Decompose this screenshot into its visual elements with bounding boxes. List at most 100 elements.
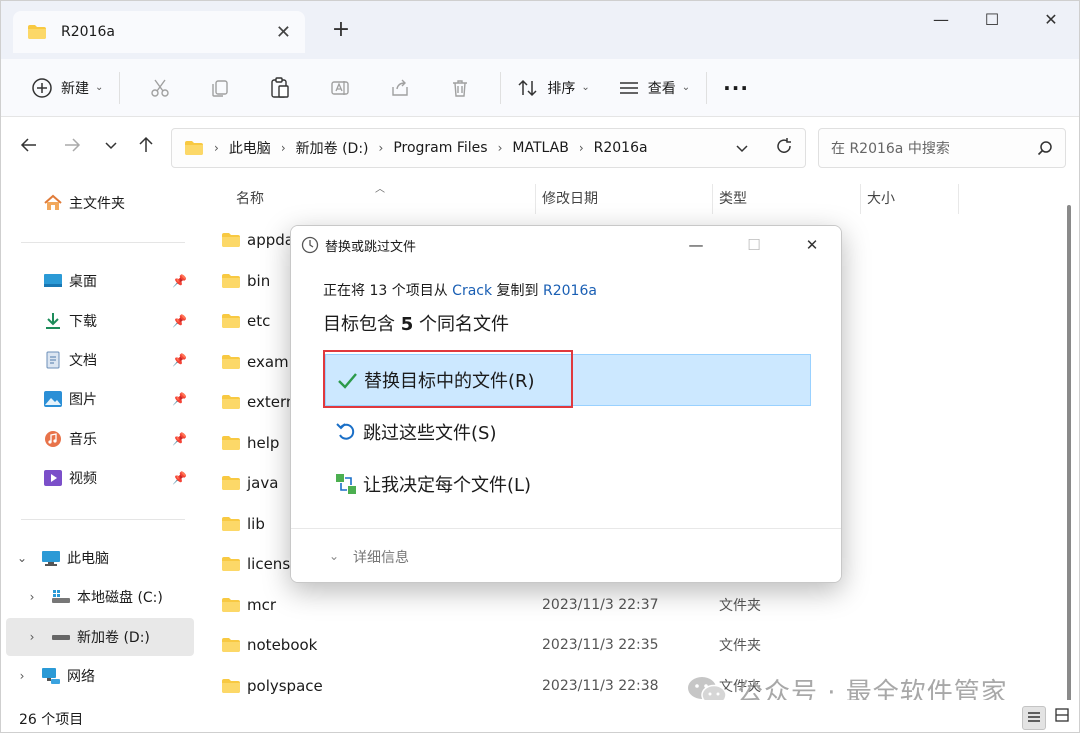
file-date: 2023/11/3 22:38: [542, 677, 659, 694]
sidebar-item-pictures[interactable]: 图片 📌: [1, 380, 195, 418]
pin-icon[interactable]: 📌: [172, 274, 187, 288]
chevron-right-icon[interactable]: ›: [25, 590, 39, 604]
sidebar-item-desktop[interactable]: 桌面 📌: [1, 262, 195, 300]
details-view-button[interactable]: [1022, 706, 1046, 730]
paste-button[interactable]: [250, 70, 310, 106]
column-header-size[interactable]: 大小: [867, 188, 895, 208]
chevron-down-icon[interactable]: ⌄: [15, 551, 29, 565]
sort-button[interactable]: 排序 ⌄: [511, 70, 595, 106]
back-button[interactable]: [15, 136, 43, 159]
share-icon: [392, 79, 409, 96]
sidebar-item-downloads[interactable]: 下载 📌: [1, 302, 195, 340]
sidebar-item-this-pc[interactable]: ⌄ 此电脑: [1, 539, 195, 577]
destination-folder-link[interactable]: R2016a: [543, 283, 597, 299]
pin-icon[interactable]: 📌: [172, 314, 187, 328]
address-bar[interactable]: › 此电脑 › 新加卷 (D:) › Program Files › MATLA…: [171, 128, 806, 168]
pin-icon[interactable]: 📌: [172, 392, 187, 406]
breadcrumb-drive-d[interactable]: 新加卷 (D:): [296, 138, 369, 158]
search-input[interactable]: 在 R2016a 中搜索: [831, 138, 1037, 158]
minimize-button[interactable]: —: [921, 7, 961, 33]
maximize-button[interactable]: ☐: [972, 7, 1012, 33]
column-header-type[interactable]: 类型: [719, 188, 747, 208]
more-options-button[interactable]: ···: [717, 70, 755, 106]
file-row[interactable]: mcr 2023/11/3 22:37 文件夹: [201, 585, 1009, 625]
skip-files-option[interactable]: 跳过这些文件(S): [325, 406, 811, 458]
recent-locations-button[interactable]: [97, 136, 125, 159]
sidebar-item-label: 本地磁盘 (C:): [77, 590, 163, 606]
sidebar-item-drive-c[interactable]: › 本地磁盘 (C:): [1, 578, 195, 616]
more-details-toggle[interactable]: 详细信息: [353, 547, 409, 567]
folder-icon: [28, 25, 46, 39]
folder-icon: [222, 516, 240, 531]
sidebar-item-videos[interactable]: 视频 📌: [1, 459, 195, 497]
replace-or-skip-dialog: 替换或跳过文件 — ☐ ✕ 正在将 13 个项目从 Crack 复制到 R201…: [290, 225, 842, 583]
decide-each-file-option[interactable]: 让我决定每个文件(L): [325, 458, 811, 510]
chevron-right-icon: ›: [280, 141, 286, 155]
up-button[interactable]: [132, 136, 160, 159]
dialog-title: 替换或跳过文件: [325, 240, 417, 255]
search-icon: [1037, 141, 1052, 156]
file-explorer-window: R2016a ✕ + — ☐ ✕ 新建 ⌄ 排序 ⌄ 查看 ⌄ ··· › 此电…: [0, 0, 1080, 733]
vertical-scrollbar[interactable]: [1067, 205, 1071, 710]
folder-icon: [185, 141, 203, 155]
file-row[interactable]: notebook 2023/11/3 22:35 文件夹: [201, 625, 1009, 665]
new-tab-button[interactable]: +: [327, 17, 355, 42]
column-divider[interactable]: [860, 184, 861, 214]
chevron-down-icon: ⌄: [95, 82, 104, 93]
address-history-button[interactable]: [735, 139, 749, 160]
breadcrumb-program-files[interactable]: Program Files: [393, 140, 487, 156]
dialog-close-button[interactable]: ✕: [797, 234, 827, 256]
sidebar-item-network[interactable]: › 网络: [1, 657, 195, 695]
breadcrumb-this-pc[interactable]: 此电脑: [229, 138, 271, 158]
chevron-down-icon: [105, 142, 117, 150]
forward-button[interactable]: [58, 136, 86, 159]
breadcrumb-matlab[interactable]: MATLAB: [512, 140, 568, 156]
source-folder-link[interactable]: Crack: [452, 283, 492, 299]
trash-icon: [453, 79, 468, 97]
decide-option-label: 让我决定每个文件(L): [363, 475, 532, 496]
pin-icon[interactable]: 📌: [172, 432, 187, 446]
compare-files-icon: [336, 474, 356, 494]
tab-close-icon[interactable]: ✕: [276, 22, 291, 43]
search-box[interactable]: 在 R2016a 中搜索: [818, 128, 1066, 168]
chevron-right-icon: ›: [214, 141, 219, 155]
new-button[interactable]: 新建 ⌄: [25, 70, 109, 106]
folder-icon: [222, 557, 240, 571]
status-bar: 26 个项目: [1, 700, 1079, 732]
delete-button[interactable]: [430, 70, 490, 106]
list-view-icon: [619, 81, 638, 94]
pin-icon[interactable]: 📌: [172, 471, 187, 485]
breadcrumb-r2016a[interactable]: R2016a: [594, 140, 648, 156]
close-window-button[interactable]: ✕: [1031, 7, 1071, 33]
column-divider[interactable]: [712, 184, 713, 214]
sidebar-item-music[interactable]: 音乐 📌: [1, 420, 195, 458]
tiles-view-button[interactable]: [1050, 706, 1074, 730]
sidebar-item-drive-d[interactable]: › 新加卷 (D:): [6, 618, 194, 656]
sidebar-item-documents[interactable]: 文档 📌: [1, 341, 195, 379]
chevron-right-icon[interactable]: ›: [15, 669, 29, 683]
rename-button[interactable]: [310, 70, 370, 106]
sidebar-item-label: 此电脑: [67, 551, 109, 567]
copy-button[interactable]: [190, 70, 250, 106]
file-name: java: [247, 474, 279, 492]
sidebar-item-home[interactable]: 主文件夹: [1, 184, 195, 222]
column-header-name[interactable]: 名称: [236, 188, 264, 208]
column-divider[interactable]: [535, 184, 536, 214]
column-header-date[interactable]: 修改日期: [542, 188, 598, 208]
video-icon: [44, 470, 62, 486]
cut-button[interactable]: [130, 70, 190, 106]
dialog-minimize-button[interactable]: —: [681, 234, 711, 256]
share-button[interactable]: [370, 70, 430, 106]
chevron-down-icon[interactable]: ⌄: [329, 549, 339, 563]
view-button[interactable]: 查看 ⌄: [612, 70, 696, 106]
tab-r2016a[interactable]: R2016a ✕: [13, 11, 305, 53]
chevron-right-icon[interactable]: ›: [25, 630, 39, 644]
column-divider[interactable]: [958, 184, 959, 214]
download-icon: [46, 313, 60, 329]
refresh-button[interactable]: [775, 137, 793, 160]
pin-icon[interactable]: 📌: [172, 353, 187, 367]
chevron-down-icon: ⌄: [581, 82, 590, 93]
file-name: lib: [247, 514, 265, 533]
file-date: 2023/11/3 22:37: [542, 596, 659, 613]
dialog-maximize-button[interactable]: ☐: [739, 234, 769, 256]
